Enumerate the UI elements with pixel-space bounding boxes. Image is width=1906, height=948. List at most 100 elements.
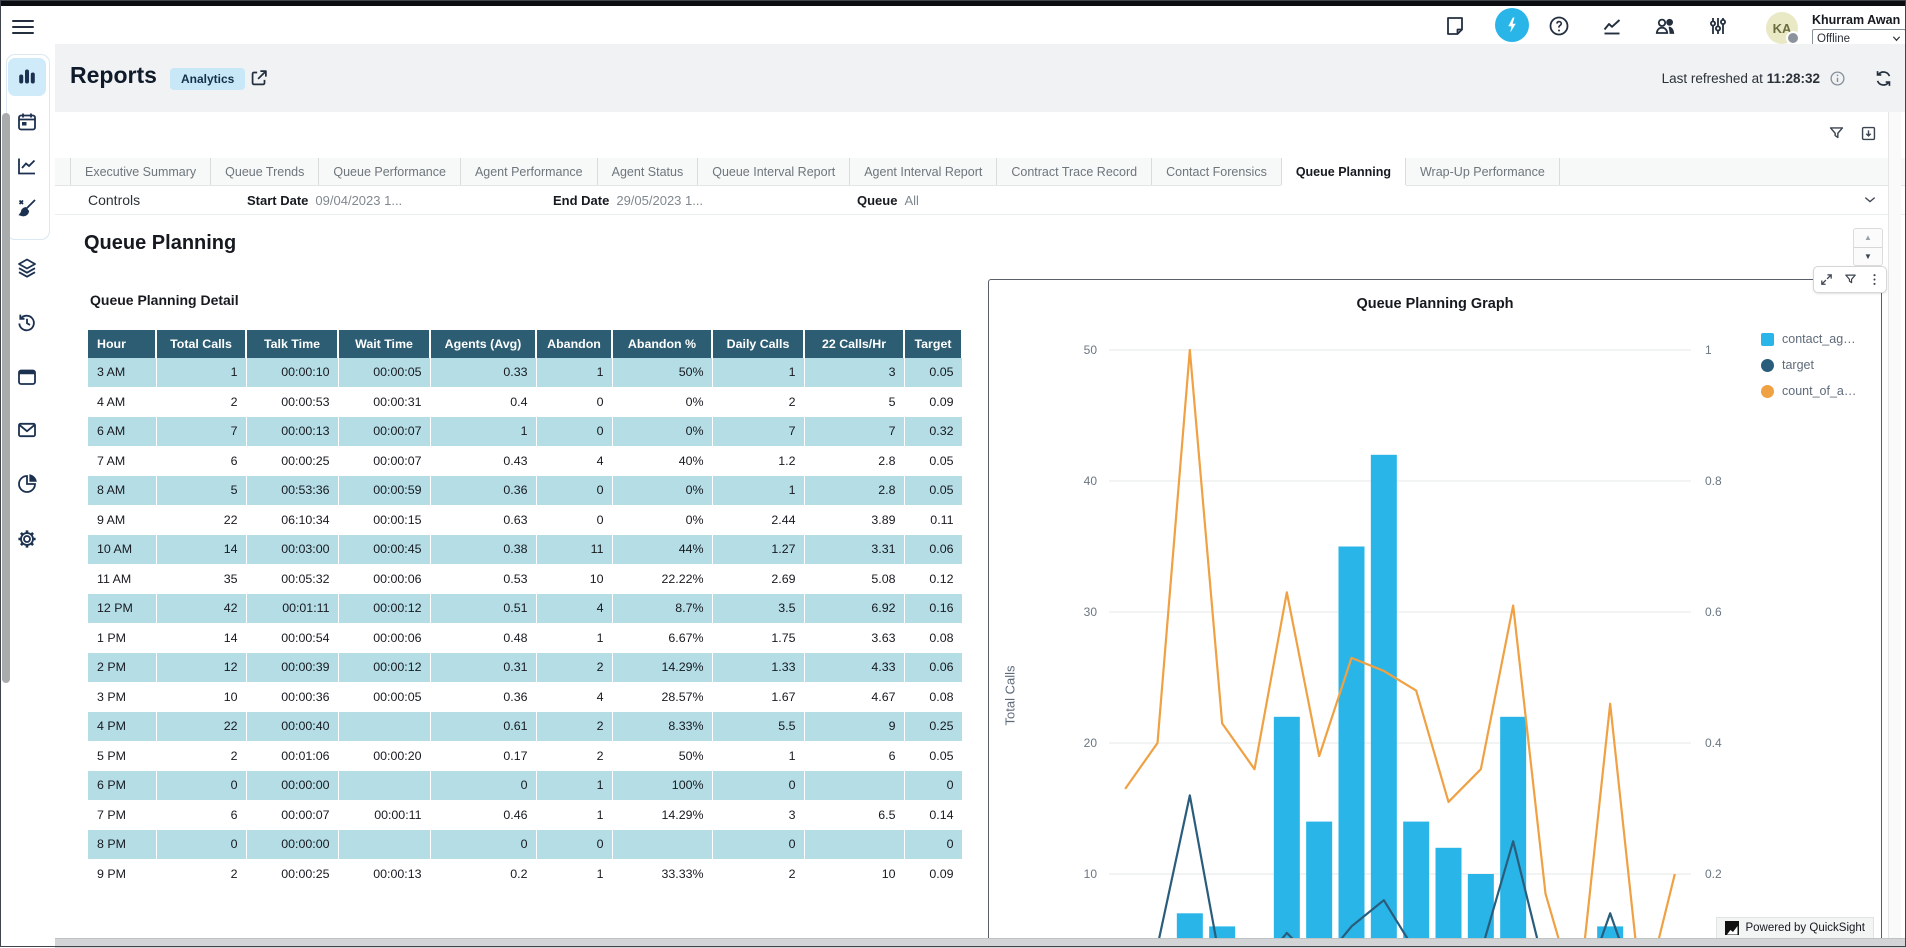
cell[interactable]: 0 — [536, 505, 612, 535]
cell[interactable]: 0.14 — [904, 800, 962, 830]
cell[interactable]: 2.8 — [804, 476, 904, 506]
cell[interactable]: 0.63 — [430, 505, 536, 535]
cell[interactable]: 10 — [536, 564, 612, 594]
tab-agent-status[interactable]: Agent Status — [597, 158, 698, 185]
cell[interactable]: 5.08 — [804, 564, 904, 594]
cell[interactable]: 00:00:15 — [338, 505, 430, 535]
cell[interactable]: 3.5 — [712, 594, 804, 624]
column-header-target[interactable]: Target — [904, 330, 962, 358]
legend-item-count-of-a-[interactable]: count_of_a… — [1761, 384, 1856, 398]
cell[interactable]: 6 — [804, 741, 904, 771]
cell[interactable]: 4 — [536, 446, 612, 476]
cell[interactable]: 40% — [612, 446, 712, 476]
cell[interactable]: 1 — [712, 476, 804, 506]
cell[interactable]: 2.69 — [712, 564, 804, 594]
column-header-hour[interactable]: Hour — [88, 330, 156, 358]
cell[interactable]: 6 — [156, 800, 246, 830]
legend-item-contact-ag-[interactable]: contact_ag… — [1761, 332, 1856, 346]
cell[interactable]: 00:00:07 — [246, 800, 338, 830]
cell[interactable]: 00:01:11 — [246, 594, 338, 624]
cell[interactable]: 35 — [156, 564, 246, 594]
cell[interactable]: 00:00:39 — [246, 653, 338, 683]
cell[interactable]: 1 — [156, 358, 246, 387]
cell[interactable]: 9 AM — [88, 505, 156, 535]
cell[interactable]: 00:00:20 — [338, 741, 430, 771]
chart-plot[interactable]: 100.2200.4300.6400.8501 — [989, 280, 1880, 945]
cell[interactable]: 4.67 — [804, 682, 904, 712]
cell[interactable]: 0 — [536, 830, 612, 860]
cell[interactable]: 2 — [536, 653, 612, 683]
cell[interactable]: 0.46 — [430, 800, 536, 830]
cell[interactable]: 1 — [536, 623, 612, 653]
controls-chevron-down-icon[interactable] — [1862, 192, 1878, 208]
tab-contact-forensics[interactable]: Contact Forensics — [1151, 158, 1281, 185]
cell[interactable]: 9 PM — [88, 859, 156, 889]
cell[interactable]: 3.89 — [804, 505, 904, 535]
cell[interactable]: 0% — [612, 387, 712, 417]
metrics-icon[interactable] — [1600, 14, 1624, 38]
cell[interactable]: 0 — [156, 771, 246, 801]
tab-agent-interval-report[interactable]: Agent Interval Report — [849, 158, 996, 185]
cell[interactable]: 0.2 — [430, 859, 536, 889]
cell[interactable]: 0.38 — [430, 535, 536, 565]
column-header-abandon-[interactable]: Abandon % — [612, 330, 712, 358]
cell[interactable]: 14.29% — [612, 653, 712, 683]
cell[interactable]: 0 — [430, 830, 536, 860]
cell[interactable]: 06:10:34 — [246, 505, 338, 535]
cell[interactable]: 10 AM — [88, 535, 156, 565]
cell[interactable]: 6 PM — [88, 771, 156, 801]
refresh-icon[interactable] — [1873, 68, 1894, 89]
cell[interactable]: 0.43 — [430, 446, 536, 476]
cell[interactable]: 0.08 — [904, 623, 962, 653]
cell[interactable]: 2 — [536, 741, 612, 771]
cell[interactable]: 00:00:45 — [338, 535, 430, 565]
bolt-icon[interactable] — [1495, 8, 1529, 42]
cell[interactable] — [338, 712, 430, 742]
tab-queue-trends[interactable]: Queue Trends — [210, 158, 318, 185]
cell[interactable]: 0 — [712, 830, 804, 860]
bar-3-pm[interactable] — [1468, 874, 1494, 945]
bar-10-am[interactable] — [1306, 822, 1332, 945]
cell[interactable]: 1.33 — [712, 653, 804, 683]
cell[interactable]: 3.31 — [804, 535, 904, 565]
cell[interactable]: 0 — [904, 830, 962, 860]
cell[interactable]: 10 — [804, 859, 904, 889]
cell[interactable]: 00:00:59 — [338, 476, 430, 506]
cell[interactable]: 8 AM — [88, 476, 156, 506]
cell[interactable]: 4 AM — [88, 387, 156, 417]
cell[interactable]: 0.61 — [430, 712, 536, 742]
cell[interactable]: 14.29% — [612, 800, 712, 830]
cell[interactable]: 00:03:00 — [246, 535, 338, 565]
cell[interactable]: 2.8 — [804, 446, 904, 476]
cell[interactable]: 1.75 — [712, 623, 804, 653]
legend-item-target[interactable]: target — [1761, 358, 1856, 372]
cell[interactable]: 0 — [904, 771, 962, 801]
column-header-total-calls[interactable]: Total Calls — [156, 330, 246, 358]
cell[interactable]: 0.36 — [430, 476, 536, 506]
tab-agent-performance[interactable]: Agent Performance — [460, 158, 597, 185]
cell[interactable]: 0% — [612, 505, 712, 535]
cell[interactable]: 100% — [612, 771, 712, 801]
cell[interactable]: 2 PM — [88, 653, 156, 683]
users-icon[interactable] — [1653, 14, 1677, 38]
cell[interactable]: 00:00:00 — [246, 771, 338, 801]
hamburger-menu-icon[interactable] — [12, 16, 34, 34]
cell[interactable]: 1 — [536, 859, 612, 889]
cell[interactable]: 4 — [536, 594, 612, 624]
cell[interactable]: 7 — [712, 417, 804, 447]
sidebar-item-mail[interactable] — [8, 411, 46, 449]
export-icon[interactable] — [1859, 124, 1878, 143]
cell[interactable]: 4 — [536, 682, 612, 712]
cell[interactable]: 3 — [804, 358, 904, 387]
cell[interactable]: 00:00:00 — [246, 830, 338, 860]
sidebar-item-window[interactable] — [8, 358, 46, 396]
external-link-icon[interactable] — [248, 67, 270, 89]
cell[interactable]: 7 AM — [88, 446, 156, 476]
cell[interactable]: 22 — [156, 505, 246, 535]
cell[interactable]: 0.4 — [430, 387, 536, 417]
cell[interactable]: 6.92 — [804, 594, 904, 624]
cell[interactable]: 22 — [156, 712, 246, 742]
cell[interactable]: 4 PM — [88, 712, 156, 742]
cell[interactable] — [338, 830, 430, 860]
cell[interactable]: 0% — [612, 417, 712, 447]
